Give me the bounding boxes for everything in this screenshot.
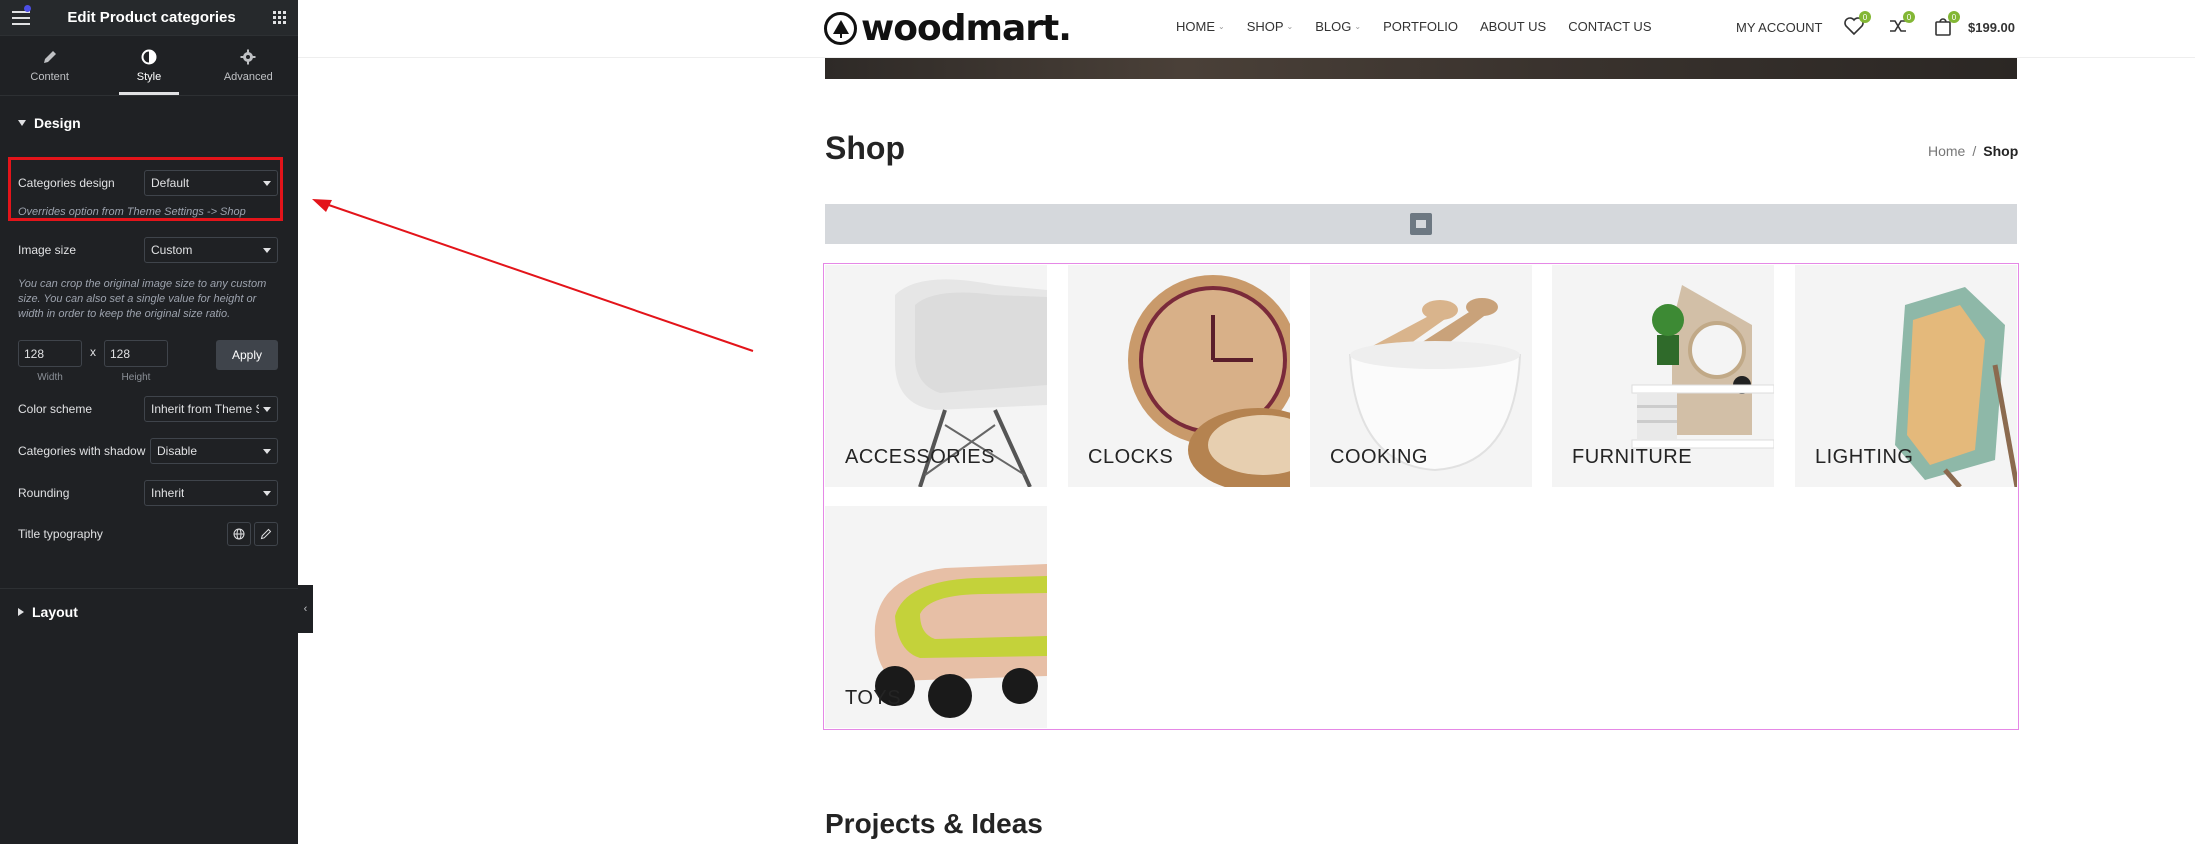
chevron-down-icon: ⌄ bbox=[1218, 22, 1225, 31]
tab-advanced[interactable]: Advanced bbox=[199, 36, 298, 95]
rounding-select[interactable]: Inherit bbox=[144, 480, 278, 506]
category-card[interactable]: ACCESSORIES bbox=[825, 265, 1047, 487]
compare-count: 0 bbox=[1903, 11, 1915, 23]
dropdown-arrow-icon bbox=[263, 490, 271, 496]
category-label: COOKING bbox=[1330, 446, 1428, 468]
menu-icon[interactable] bbox=[12, 4, 31, 25]
chevron-down-icon: ⌄ bbox=[1354, 22, 1362, 31]
dropdown-arrow-icon bbox=[263, 448, 271, 454]
category-label: LIGHTING bbox=[1815, 446, 1914, 468]
breadcrumb-separator: / bbox=[1972, 143, 1977, 159]
cart-total[interactable]: $199.00 bbox=[1968, 20, 2015, 35]
dimension-separator: x bbox=[90, 345, 96, 359]
pencil-icon bbox=[43, 50, 56, 63]
width-label: Width bbox=[37, 372, 63, 383]
breadcrumb: Home / Shop bbox=[1928, 143, 2018, 159]
notification-dot bbox=[24, 4, 31, 12]
category-card[interactable]: LIGHTING bbox=[1795, 265, 2017, 487]
breadcrumb-current: Shop bbox=[1983, 143, 2019, 159]
contrast-icon bbox=[141, 49, 157, 64]
nav-shop[interactable]: SHOP ⌄ bbox=[1247, 19, 1294, 34]
height-input[interactable]: 128 bbox=[104, 340, 168, 367]
page-title: Shop bbox=[825, 130, 905, 166]
tab-content-label: Content bbox=[30, 70, 69, 83]
tab-style-label: Style bbox=[136, 70, 162, 83]
height-label: Height bbox=[121, 372, 151, 383]
wishlist-icon[interactable]: 0 bbox=[1843, 11, 1871, 37]
globe-icon[interactable] bbox=[227, 522, 251, 546]
tab-style[interactable]: Style bbox=[99, 36, 198, 95]
my-account-link[interactable]: MY ACCOUNT bbox=[1736, 20, 1822, 35]
category-card[interactable]: FURNITURE bbox=[1552, 265, 1774, 487]
category-card[interactable]: COOKING bbox=[1310, 265, 1532, 487]
gear-icon bbox=[240, 49, 256, 64]
editor-panel: Edit Product categories Content Style Ad… bbox=[0, 0, 298, 844]
caret-down-icon bbox=[18, 120, 26, 126]
category-label: CLOCKS bbox=[1088, 446, 1174, 468]
panel-title: Edit Product categories bbox=[67, 9, 236, 26]
logo-text: woodmart. bbox=[861, 8, 1072, 49]
design-section-title: Design bbox=[34, 115, 81, 131]
shadow-control: Categories with shadow Disable bbox=[18, 438, 278, 464]
title-typography-label: Title typography bbox=[18, 527, 103, 541]
chevron-down-icon: ⌄ bbox=[1286, 22, 1294, 31]
save-icon bbox=[1410, 213, 1432, 235]
dropdown-arrow-icon bbox=[263, 247, 271, 253]
image-size-control: Image size Custom bbox=[18, 237, 278, 263]
highlight-annotation bbox=[8, 157, 283, 221]
nav-about-us[interactable]: ABOUT US bbox=[1480, 19, 1546, 34]
main-navigation: HOME ⌄ SHOP ⌄ BLOG ⌄ PORTFOLIO ABOUT US CON… bbox=[1176, 19, 1652, 34]
hero-image-strip bbox=[825, 58, 2017, 79]
nav-home[interactable]: HOME ⌄ bbox=[1176, 19, 1225, 34]
design-section-toggle[interactable]: Design bbox=[0, 96, 298, 150]
title-typography-control: Title typography bbox=[18, 522, 278, 546]
site-logo[interactable]: woodmart. bbox=[824, 8, 1072, 49]
category-label: ACCESSORIES bbox=[845, 446, 995, 468]
wishlist-count: 0 bbox=[1859, 11, 1871, 23]
tab-advanced-label: Advanced bbox=[223, 70, 273, 83]
widget-placeholder[interactable] bbox=[825, 204, 2017, 244]
projects-title: Projects & Ideas bbox=[825, 808, 1043, 839]
rounding-label: Rounding bbox=[18, 486, 70, 500]
layout-section-title: Layout bbox=[32, 604, 78, 620]
rounding-control: Rounding Inherit bbox=[18, 480, 278, 506]
shadow-label: Categories with shadow bbox=[18, 444, 146, 458]
category-label: TOYS bbox=[845, 687, 902, 709]
dropdown-arrow-icon bbox=[263, 406, 271, 412]
collapse-panel-button[interactable]: ‹ bbox=[298, 585, 313, 633]
widgets-grid-icon[interactable] bbox=[273, 11, 286, 24]
shadow-select[interactable]: Disable bbox=[150, 438, 278, 464]
layout-section-toggle[interactable]: Layout bbox=[0, 585, 298, 639]
cart-count: 0 bbox=[1948, 11, 1960, 23]
edit-pencil-icon[interactable] bbox=[254, 522, 278, 546]
image-size-label: Image size bbox=[18, 243, 77, 257]
compare-icon[interactable]: 0 bbox=[1887, 11, 1915, 37]
category-label: FURNITURE bbox=[1572, 446, 1693, 468]
annotation-arrow bbox=[312, 199, 754, 352]
nav-blog[interactable]: BLOG ⌄ bbox=[1315, 19, 1361, 34]
color-scheme-control: Color scheme Inherit from Theme Settings bbox=[18, 396, 278, 422]
nav-contact-us[interactable]: CONTACT US bbox=[1568, 19, 1651, 34]
tab-content[interactable]: Content bbox=[0, 36, 99, 95]
image-size-select[interactable]: Custom bbox=[144, 237, 278, 263]
color-scheme-label: Color scheme bbox=[18, 402, 93, 416]
nav-portfolio[interactable]: PORTFOLIO bbox=[1383, 19, 1458, 34]
tree-logo-icon bbox=[824, 12, 857, 45]
width-input[interactable]: 128 bbox=[18, 340, 82, 367]
panel-header: Edit Product categories bbox=[0, 0, 298, 36]
caret-right-icon bbox=[18, 608, 24, 616]
dimension-row: 128 Width x 128 Height bbox=[18, 340, 168, 383]
category-card[interactable]: CLOCKS bbox=[1068, 265, 1290, 487]
breadcrumb-home[interactable]: Home bbox=[1928, 143, 1965, 159]
cart-icon[interactable]: 0 bbox=[1932, 11, 1960, 37]
apply-button[interactable]: Apply bbox=[216, 340, 278, 370]
panel-tabs: Content Style Advanced bbox=[0, 36, 298, 96]
category-card[interactable]: TOYS bbox=[825, 506, 1047, 728]
color-scheme-select[interactable]: Inherit from Theme Settings bbox=[144, 396, 278, 422]
image-size-note: You can crop the original image size to … bbox=[18, 278, 267, 320]
